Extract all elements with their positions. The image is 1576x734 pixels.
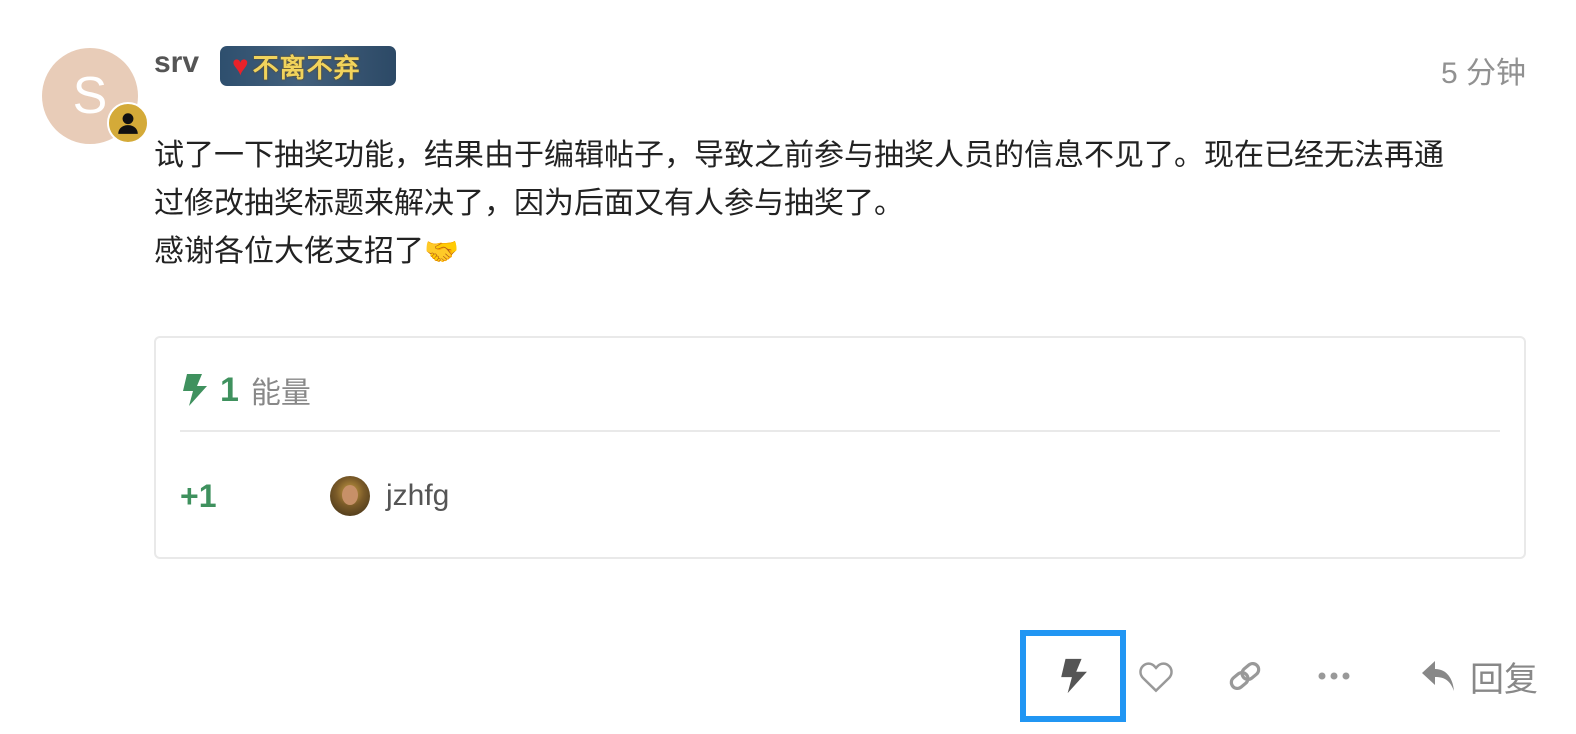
divider [180, 430, 1500, 432]
bolt-icon [1058, 657, 1088, 695]
badge-text: 不离不弃 [252, 52, 361, 83]
more-button[interactable] [1304, 630, 1364, 722]
post-body-line: 试了一下抽奖功能，结果由于编辑帖子，导致之前参与抽奖人员的信息不见了。现在已经无… [154, 139, 1444, 172]
energy-button[interactable] [1020, 630, 1126, 722]
like-button[interactable] [1126, 630, 1186, 722]
heart-icon [1137, 659, 1175, 693]
energy-count: 1 [220, 370, 239, 409]
energy-amount: +1 [180, 477, 217, 514]
reply-button[interactable]: 回复 [1420, 630, 1538, 722]
energy-user-avatar[interactable] [330, 476, 370, 516]
bolt-icon [180, 373, 208, 407]
handshake-emoji: 🤝 [424, 236, 459, 267]
energy-header: 1 能量 [180, 368, 311, 412]
energy-unit: 能量 [250, 377, 311, 410]
share-link-button[interactable] [1186, 630, 1304, 722]
user-flair-icon [107, 102, 149, 144]
reply-icon [1420, 659, 1458, 693]
post-time[interactable]: 5 分钟 [1441, 48, 1526, 92]
avatar-letter: S [72, 67, 108, 125]
more-icon [1318, 672, 1350, 680]
link-icon [1226, 661, 1264, 691]
energy-user-name[interactable]: jzhfg [386, 479, 449, 513]
post-body-line: 感谢各位大佬支招了🤝 [154, 228, 1534, 276]
post-actions: 回复 [1020, 630, 1538, 722]
post-body: 试了一下抽奖功能，结果由于编辑帖子，导致之前参与抽奖人员的信息不见了。现在已经无… [154, 132, 1534, 276]
post-body-text: 感谢各位大佬支招了 [154, 235, 424, 268]
energy-panel: 1 能量 +1 jzhfg [154, 336, 1526, 559]
energy-entry: +1 jzhfg [180, 476, 449, 516]
post-body-line: 过修改抽奖标题来解决了，因为后面又有人参与抽奖了。 [154, 187, 904, 220]
post-container: S srv ♥ 不离不弃 5 分钟 试了一下抽奖功能，结果由于编辑帖子，导致之前… [0, 0, 1576, 734]
heart-icon: ♥ [232, 50, 249, 81]
user-badge[interactable]: ♥ 不离不弃 [220, 46, 396, 86]
reply-label: 回复 [1470, 660, 1538, 699]
username[interactable]: srv [154, 46, 199, 80]
